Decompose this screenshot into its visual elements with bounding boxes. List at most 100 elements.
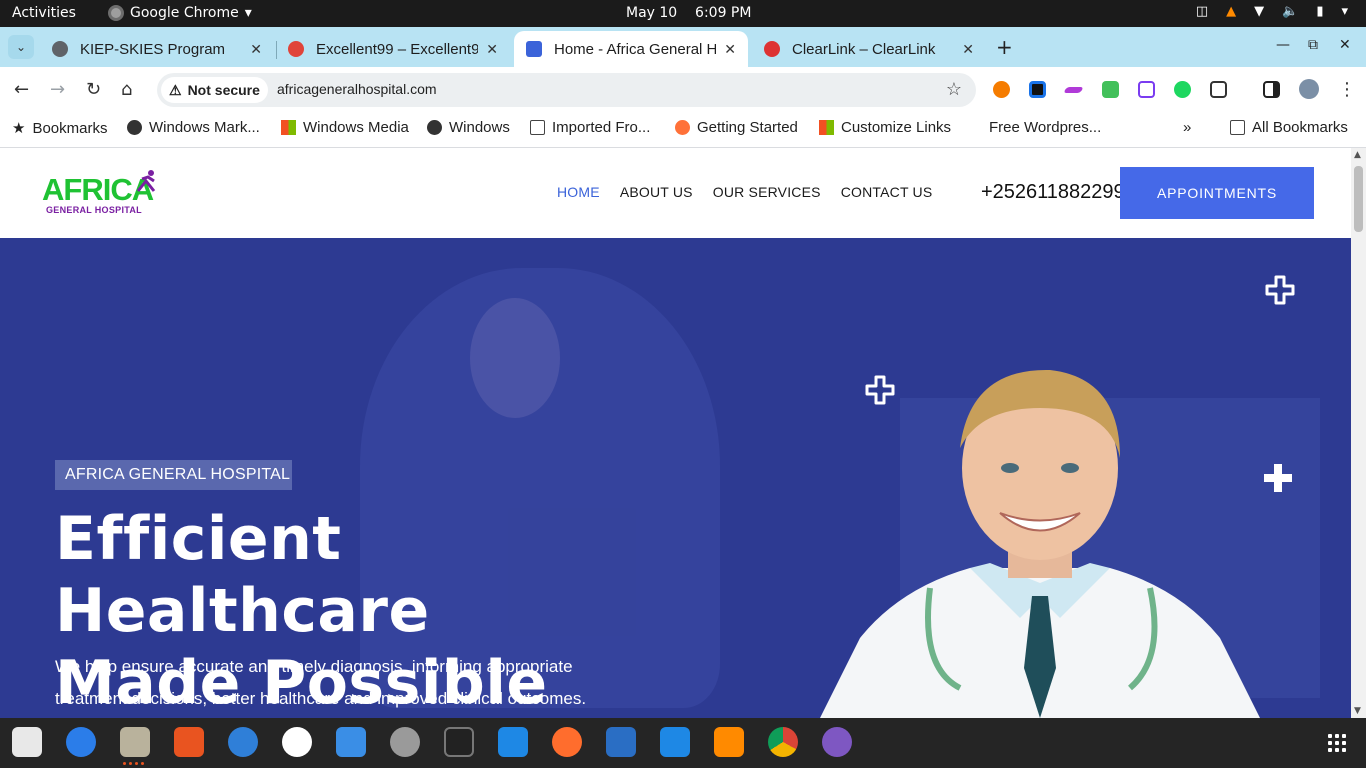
clock[interactable]: May 10 6:09 PM — [626, 5, 751, 21]
phone-number[interactable]: +252611882299 — [981, 181, 1125, 204]
reload-button[interactable]: ↻ — [86, 79, 101, 100]
text-editor-app-icon[interactable] — [12, 727, 42, 757]
tab-excellent99[interactable]: Excellent99 – Excellent9 ✕ — [276, 31, 510, 67]
firefox-app-icon[interactable] — [552, 727, 582, 757]
app-menu[interactable]: Google Chrome ▾ — [108, 5, 252, 21]
running-figure-icon — [136, 170, 156, 192]
date-label: May 10 — [626, 5, 678, 21]
chevron-right-icon: » — [1183, 119, 1192, 136]
bookmark-star-icon[interactable]: ☆ — [946, 79, 962, 100]
close-window-button[interactable]: ✕ — [1339, 37, 1351, 53]
doctor-photo — [820, 369, 1260, 718]
bookmark-folder[interactable]: Imported Fro... — [530, 119, 650, 136]
bookmark-item[interactable]: Getting Started — [675, 119, 798, 136]
network-app-icon[interactable] — [822, 727, 852, 757]
appointments-button[interactable]: APPOINTMENTS — [1120, 167, 1314, 219]
side-panel-icon[interactable] — [1263, 81, 1280, 98]
close-icon[interactable]: ✕ — [724, 41, 736, 58]
nav-contact-us[interactable]: CONTACT US — [841, 184, 933, 200]
globe-icon — [127, 120, 142, 135]
tab-title: Home - Africa General Ho — [554, 40, 717, 58]
time-label: 6:09 PM — [695, 5, 752, 21]
bookmark-item[interactable]: Free Wordpres... — [989, 119, 1101, 136]
kebab-menu-icon[interactable]: ⋮ — [1338, 79, 1356, 100]
close-icon[interactable]: ✕ — [250, 41, 262, 58]
thunderbird-app-icon[interactable] — [66, 727, 96, 757]
extension-icon[interactable] — [993, 81, 1010, 98]
checkbox-extension-icon[interactable] — [1029, 81, 1046, 98]
pen-extension-icon[interactable] — [1063, 87, 1084, 93]
restore-button[interactable]: ⧉ — [1308, 37, 1318, 53]
chat-extension-icon[interactable] — [1174, 81, 1191, 98]
chevron-down-icon: ▾ — [1341, 4, 1348, 19]
medical-cross-outline-icon — [1265, 275, 1295, 305]
forward-button[interactable]: → — [50, 79, 65, 100]
bookmarks-overflow-button[interactable]: » — [1183, 119, 1191, 136]
taskbar-dock — [0, 718, 1366, 768]
software-center-app-icon[interactable] — [174, 727, 204, 757]
system-tray[interactable]: ◫ ▲ ▼ 🔈 ▮ ▾ — [1196, 4, 1348, 19]
address-bar[interactable]: ⚠ Not secure africageneralhospital.com ☆ — [157, 73, 976, 107]
close-icon[interactable]: ✕ — [486, 41, 498, 58]
document-viewer-app-icon[interactable] — [606, 727, 636, 757]
headline-line-1: Efficient Healthcare — [55, 504, 430, 646]
page-scrollbar[interactable]: ▲ ▼ — [1351, 148, 1366, 718]
bookmark-label: Windows Mark... — [149, 119, 260, 136]
tab-title: KIEP-SKIES Program — [80, 40, 226, 58]
url-text[interactable]: africageneralhospital.com — [277, 81, 437, 97]
help-app-icon[interactable] — [228, 727, 258, 757]
inkscape-app-icon[interactable] — [444, 727, 474, 757]
activities-button[interactable]: Activities — [12, 5, 76, 21]
hero-description: We help ensure accurate and timely diagn… — [55, 651, 655, 715]
vscode-app-icon[interactable] — [498, 727, 528, 757]
window-icon: ◫ — [1195, 4, 1209, 19]
nav-home[interactable]: HOME — [557, 184, 600, 200]
gnome-extension-app-icon[interactable] — [336, 727, 366, 757]
all-bookmarks-folder[interactable]: All Bookmarks — [1230, 119, 1348, 136]
nav-about-us[interactable]: ABOUT US — [620, 184, 693, 200]
bookmark-label: Windows Media — [303, 119, 409, 136]
folder-icon — [530, 120, 545, 135]
plus-icon — [1264, 464, 1292, 492]
chrome-app-icon[interactable] — [768, 727, 798, 757]
tab-kiep-skies[interactable]: KIEP-SKIES Program ✕ — [40, 31, 274, 67]
back-button[interactable]: ← — [14, 79, 29, 100]
bookmark-label: Windows — [449, 119, 510, 136]
bookmark-item[interactable]: ★ Bookmarks — [12, 119, 107, 138]
avatar[interactable] — [1299, 79, 1319, 99]
minimize-button[interactable]: — — [1276, 37, 1290, 53]
bookmark-label: Getting Started — [697, 119, 798, 136]
eyedropper-extension-icon[interactable] — [1102, 81, 1119, 98]
bookmark-item[interactable]: Windows — [427, 119, 510, 136]
scroll-up-arrow-icon[interactable]: ▲ — [1354, 150, 1361, 160]
security-label: Not secure — [187, 82, 260, 98]
bookmark-item[interactable]: Customize Links — [819, 119, 951, 136]
tab-africa-general-hospital[interactable]: Home - Africa General Ho ✕ — [514, 31, 748, 67]
windows-icon — [281, 120, 296, 135]
scroll-down-arrow-icon[interactable]: ▼ — [1354, 706, 1361, 716]
bookmark-item[interactable]: Windows Mark... — [127, 119, 260, 136]
tab-strip: ⌄ KIEP-SKIES Program ✕ Excellent99 – Exc… — [0, 27, 1366, 67]
home-button[interactable]: ⌂ — [121, 79, 132, 100]
site-info-chip[interactable]: ⚠ Not secure — [161, 77, 268, 103]
nav-our-services[interactable]: OUR SERVICES — [713, 184, 821, 200]
bookmark-label: Customize Links — [841, 119, 952, 136]
close-icon[interactable]: ✕ — [962, 41, 974, 58]
tab-clearlink[interactable]: ClearLink – ClearLink ✕ — [752, 31, 986, 67]
files-app-icon[interactable] — [120, 727, 150, 757]
windows-icon — [819, 120, 834, 135]
vlc-app-icon[interactable] — [714, 727, 744, 757]
site-header: AFRICA GENERAL HOSPITAL HOME ABOUT US OU… — [0, 148, 1351, 238]
show-applications-icon[interactable] — [1328, 734, 1346, 752]
clearlink-favicon-icon — [764, 41, 780, 57]
screen-recorder-extension-icon[interactable] — [1138, 81, 1155, 98]
scrollbar-thumb[interactable] — [1354, 166, 1363, 232]
bookmark-item[interactable]: Windows Media — [281, 119, 409, 136]
puzzle-extensions-icon[interactable] — [1210, 81, 1227, 98]
site-logo[interactable]: AFRICA GENERAL HOSPITAL — [42, 170, 156, 215]
vscode-app-icon[interactable] — [660, 727, 690, 757]
new-tab-button[interactable]: + — [996, 35, 1013, 59]
slack-app-icon[interactable] — [282, 727, 312, 757]
tab-search-button[interactable]: ⌄ — [8, 35, 34, 59]
settings-app-icon[interactable] — [390, 727, 420, 757]
